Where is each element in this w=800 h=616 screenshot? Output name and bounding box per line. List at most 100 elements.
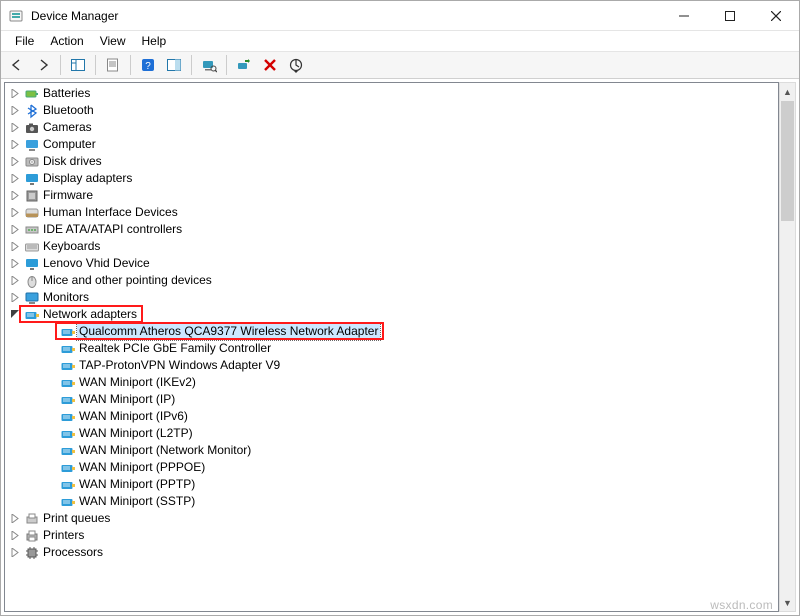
tree-item-label: WAN Miniport (PPTP) bbox=[77, 476, 197, 493]
add-legacy-hardware-button[interactable] bbox=[232, 53, 256, 77]
menu-view[interactable]: View bbox=[92, 32, 134, 50]
tree-category[interactable]: Display adapters bbox=[5, 170, 778, 187]
chevron-right-icon bbox=[7, 137, 23, 153]
netcard-icon bbox=[59, 443, 77, 459]
display-icon bbox=[23, 171, 41, 187]
chevron-right-icon bbox=[43, 358, 59, 374]
tree-item[interactable]: WAN Miniport (SSTP) bbox=[5, 493, 778, 510]
tree-item[interactable]: Qualcomm Atheros QCA9377 Wireless Networ… bbox=[5, 323, 778, 340]
tree-item[interactable]: WAN Miniport (PPPOE) bbox=[5, 459, 778, 476]
tree-item[interactable]: WAN Miniport (Network Monitor) bbox=[5, 442, 778, 459]
chevron-right-icon bbox=[43, 341, 59, 357]
chevron-right-icon bbox=[43, 392, 59, 408]
computer-icon bbox=[23, 137, 41, 153]
device-tree[interactable]: BatteriesBluetoothCamerasComputerDisk dr… bbox=[5, 83, 778, 563]
menu-help[interactable]: Help bbox=[134, 32, 175, 50]
tree-category[interactable]: Network adapters bbox=[5, 306, 778, 323]
disk-icon bbox=[23, 154, 41, 170]
uninstall-device-button[interactable] bbox=[258, 53, 282, 77]
action-pane-button[interactable] bbox=[162, 53, 186, 77]
chevron-right-icon bbox=[43, 375, 59, 391]
tree-category[interactable]: Disk drives bbox=[5, 153, 778, 170]
netcard-icon bbox=[59, 358, 77, 374]
scroll-thumb[interactable] bbox=[781, 101, 794, 221]
help-button[interactable]: ? bbox=[136, 53, 160, 77]
keyboard-icon bbox=[23, 239, 41, 255]
tree-category[interactable]: Cameras bbox=[5, 119, 778, 136]
tree-item-label: Computer bbox=[41, 136, 98, 153]
maximize-button[interactable] bbox=[707, 1, 753, 31]
tree-item-label: Bluetooth bbox=[41, 102, 96, 119]
netcard-icon bbox=[59, 341, 77, 357]
tree-item[interactable]: WAN Miniport (IKEv2) bbox=[5, 374, 778, 391]
tree-category[interactable]: Lenovo Vhid Device bbox=[5, 255, 778, 272]
update-driver-button[interactable] bbox=[284, 53, 308, 77]
chevron-right-icon bbox=[7, 205, 23, 221]
tree-item[interactable]: Realtek PCIe GbE Family Controller bbox=[5, 340, 778, 357]
chevron-right-icon bbox=[43, 409, 59, 425]
tree-item-label: TAP-ProtonVPN Windows Adapter V9 bbox=[77, 357, 282, 374]
show-hide-console-button[interactable] bbox=[66, 53, 90, 77]
tree-item[interactable]: WAN Miniport (L2TP) bbox=[5, 425, 778, 442]
tree-item-label: Printers bbox=[41, 527, 86, 544]
scan-hardware-button[interactable] bbox=[197, 53, 221, 77]
firmware-icon bbox=[23, 188, 41, 204]
tree-item-label: Batteries bbox=[41, 85, 92, 102]
chevron-right-icon bbox=[7, 256, 23, 272]
printq-icon bbox=[23, 511, 41, 527]
tree-item[interactable]: WAN Miniport (PPTP) bbox=[5, 476, 778, 493]
window-title: Device Manager bbox=[31, 9, 118, 23]
tree-item-label: Print queues bbox=[41, 510, 112, 527]
chevron-right-icon bbox=[7, 273, 23, 289]
toolbar: ? bbox=[1, 51, 799, 79]
tree-panel: BatteriesBluetoothCamerasComputerDisk dr… bbox=[4, 82, 779, 612]
scroll-up-button[interactable]: ▲ bbox=[780, 83, 795, 100]
menu-file[interactable]: File bbox=[7, 32, 42, 50]
chevron-right-icon bbox=[7, 154, 23, 170]
netcard-icon bbox=[59, 494, 77, 510]
vertical-scrollbar[interactable]: ▲ ▼ bbox=[779, 82, 796, 612]
tree-item-label: IDE ATA/ATAPI controllers bbox=[41, 221, 184, 238]
close-button[interactable] bbox=[753, 1, 799, 31]
scroll-down-button[interactable]: ▼ bbox=[780, 594, 795, 611]
tree-category[interactable]: Firmware bbox=[5, 187, 778, 204]
app-icon bbox=[8, 8, 24, 24]
tree-category[interactable]: Human Interface Devices bbox=[5, 204, 778, 221]
chevron-right-icon bbox=[43, 460, 59, 476]
tree-item-label: Cameras bbox=[41, 119, 94, 136]
toolbar-separator bbox=[191, 55, 192, 75]
netcard-icon bbox=[59, 324, 77, 340]
back-button[interactable] bbox=[5, 53, 29, 77]
tree-category[interactable]: Printers bbox=[5, 527, 778, 544]
tree-category[interactable]: Bluetooth bbox=[5, 102, 778, 119]
tree-item[interactable]: WAN Miniport (IPv6) bbox=[5, 408, 778, 425]
chevron-down-icon[interactable] bbox=[7, 307, 23, 323]
tree-item-label: WAN Miniport (Network Monitor) bbox=[77, 442, 253, 459]
tree-category[interactable]: Computer bbox=[5, 136, 778, 153]
netcard-icon bbox=[23, 307, 41, 323]
cpu-icon bbox=[23, 545, 41, 561]
netcard-icon bbox=[59, 409, 77, 425]
tree-item-label: WAN Miniport (L2TP) bbox=[77, 425, 195, 442]
tree-category[interactable]: Print queues bbox=[5, 510, 778, 527]
chevron-right-icon bbox=[43, 324, 59, 340]
tree-category[interactable]: Processors bbox=[5, 544, 778, 561]
forward-button[interactable] bbox=[31, 53, 55, 77]
tree-item[interactable]: WAN Miniport (IP) bbox=[5, 391, 778, 408]
tree-category[interactable]: Keyboards bbox=[5, 238, 778, 255]
minimize-button[interactable] bbox=[661, 1, 707, 31]
tree-item-label: Monitors bbox=[41, 289, 91, 306]
tree-category[interactable]: Batteries bbox=[5, 85, 778, 102]
menu-action[interactable]: Action bbox=[42, 32, 91, 50]
client-area: BatteriesBluetoothCamerasComputerDisk dr… bbox=[1, 79, 799, 615]
properties-button[interactable] bbox=[101, 53, 125, 77]
bluetooth-icon bbox=[23, 103, 41, 119]
tree-item-label: WAN Miniport (IPv6) bbox=[77, 408, 190, 425]
chevron-right-icon bbox=[7, 528, 23, 544]
camera-icon bbox=[23, 120, 41, 136]
tree-item[interactable]: TAP-ProtonVPN Windows Adapter V9 bbox=[5, 357, 778, 374]
tree-category[interactable]: Monitors bbox=[5, 289, 778, 306]
tree-item-label: Lenovo Vhid Device bbox=[41, 255, 152, 272]
tree-category[interactable]: Mice and other pointing devices bbox=[5, 272, 778, 289]
tree-category[interactable]: IDE ATA/ATAPI controllers bbox=[5, 221, 778, 238]
